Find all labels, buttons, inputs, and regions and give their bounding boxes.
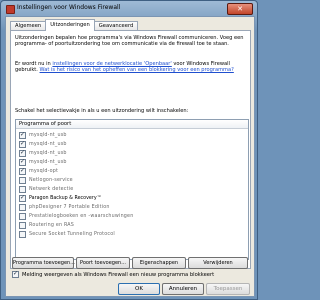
list-item[interactable]: Prestatielogboeken en -waarschuwingen [19, 212, 133, 220]
window-title: Instellingen voor Windows Firewall [17, 4, 121, 11]
network-location-paragraph: Er wordt nu in instellingen voor de netw… [15, 61, 247, 74]
item-label: Prestatielogboeken en -waarschuwingen [29, 213, 134, 219]
notify-checkbox[interactable] [12, 270, 19, 278]
title-bar[interactable]: Instellingen voor Windows Firewall ✕ [3, 3, 255, 15]
item-label: Netwerk detectie [29, 186, 74, 192]
item-checkbox[interactable] [19, 140, 26, 148]
item-checkbox[interactable] [19, 131, 26, 139]
list-item[interactable]: mysqld-nt_usb [19, 131, 67, 139]
window-frame: Instellingen voor Windows Firewall ✕ Alg… [0, 0, 258, 300]
dialog-client-area: Algemeen Uitzonderingen Geavanceerd Uitz… [5, 16, 255, 297]
delete-button[interactable]: Verwijderen [188, 257, 248, 269]
list-item[interactable]: Paragon Backup & Recovery™ [19, 194, 102, 202]
list-item[interactable]: mysqld-nt_usb [19, 149, 67, 157]
ok-button[interactable]: OK [118, 283, 160, 295]
properties-button[interactable]: Eigenschappen [132, 257, 186, 269]
item-checkbox[interactable] [19, 176, 26, 184]
notify-option[interactable]: Melding weergeven als Windows Firewall e… [12, 270, 215, 278]
list-item[interactable]: Secure Socket Tunneling Protocol [19, 230, 115, 238]
item-checkbox[interactable] [19, 158, 26, 166]
cancel-button[interactable]: Annuleren [162, 283, 204, 295]
column-header-program[interactable]: Programma of poort [16, 120, 248, 129]
item-checkbox[interactable] [19, 167, 26, 175]
item-checkbox[interactable] [19, 185, 26, 193]
item-label: mysqld-nt_usb [29, 132, 67, 138]
list-item[interactable]: mysqld-nt_usb [19, 158, 67, 166]
close-button[interactable]: ✕ [227, 3, 253, 15]
apply-button[interactable]: Toepassen [206, 283, 250, 295]
select-instruction: Schakel het selectievakje in als u een u… [15, 108, 189, 114]
item-label: mysqld-nt_usb [29, 150, 67, 156]
item-checkbox[interactable] [19, 221, 26, 229]
item-checkbox[interactable] [19, 149, 26, 157]
list-item[interactable]: mysqld-nt_usb [19, 140, 67, 148]
unblock-risk-link[interactable]: Wat is het risico van het opheffen van e… [40, 67, 234, 73]
list-item[interactable]: Routering en RAS [19, 221, 74, 229]
exceptions-list[interactable]: Programma of poort mysqld-nt_usb mysqld-… [15, 119, 249, 260]
add-program-button[interactable]: Programma toevoegen... [12, 257, 75, 269]
item-label: mysqld-nt_usb [29, 141, 67, 147]
intro-paragraph: Uitzonderingen bepalen hoe programma's v… [15, 35, 244, 48]
item-label: mysqld-opt [29, 168, 59, 174]
list-item[interactable]: mysqld-opt [19, 167, 58, 175]
firewall-icon [6, 5, 15, 14]
item-checkbox[interactable] [19, 203, 26, 211]
list-item[interactable]: Netwerk detectie [19, 185, 73, 193]
item-checkbox[interactable] [19, 230, 26, 238]
network-text-prefix: Er wordt nu in [15, 61, 51, 67]
item-label: phpDesigner 7 Portable Edition [29, 204, 110, 210]
item-label: Routering en RAS [29, 222, 75, 228]
add-port-button[interactable]: Poort toevoegen... [76, 257, 130, 269]
tab-strip: Algemeen Uitzonderingen Geavanceerd [10, 19, 139, 31]
item-checkbox[interactable] [19, 212, 26, 220]
exceptions-panel: Uitzonderingen bepalen hoe programma's v… [10, 30, 251, 269]
list-item[interactable]: phpDesigner 7 Portable Edition [19, 203, 110, 211]
item-checkbox[interactable] [19, 194, 26, 202]
tab-uitzonderingen[interactable]: Uitzonderingen [45, 19, 95, 31]
item-label: mysqld-nt_usb [29, 159, 67, 165]
item-label: Paragon Backup & Recovery™ [29, 195, 102, 201]
item-label: Netlogon-service [29, 177, 73, 183]
network-location-link[interactable]: instellingen voor de netwerklocatie 'Ope… [52, 61, 171, 67]
list-item[interactable]: Netlogon-service [19, 176, 73, 184]
notify-label: Melding weergeven als Windows Firewall e… [22, 271, 215, 278]
item-label: Secure Socket Tunneling Protocol [29, 231, 115, 237]
